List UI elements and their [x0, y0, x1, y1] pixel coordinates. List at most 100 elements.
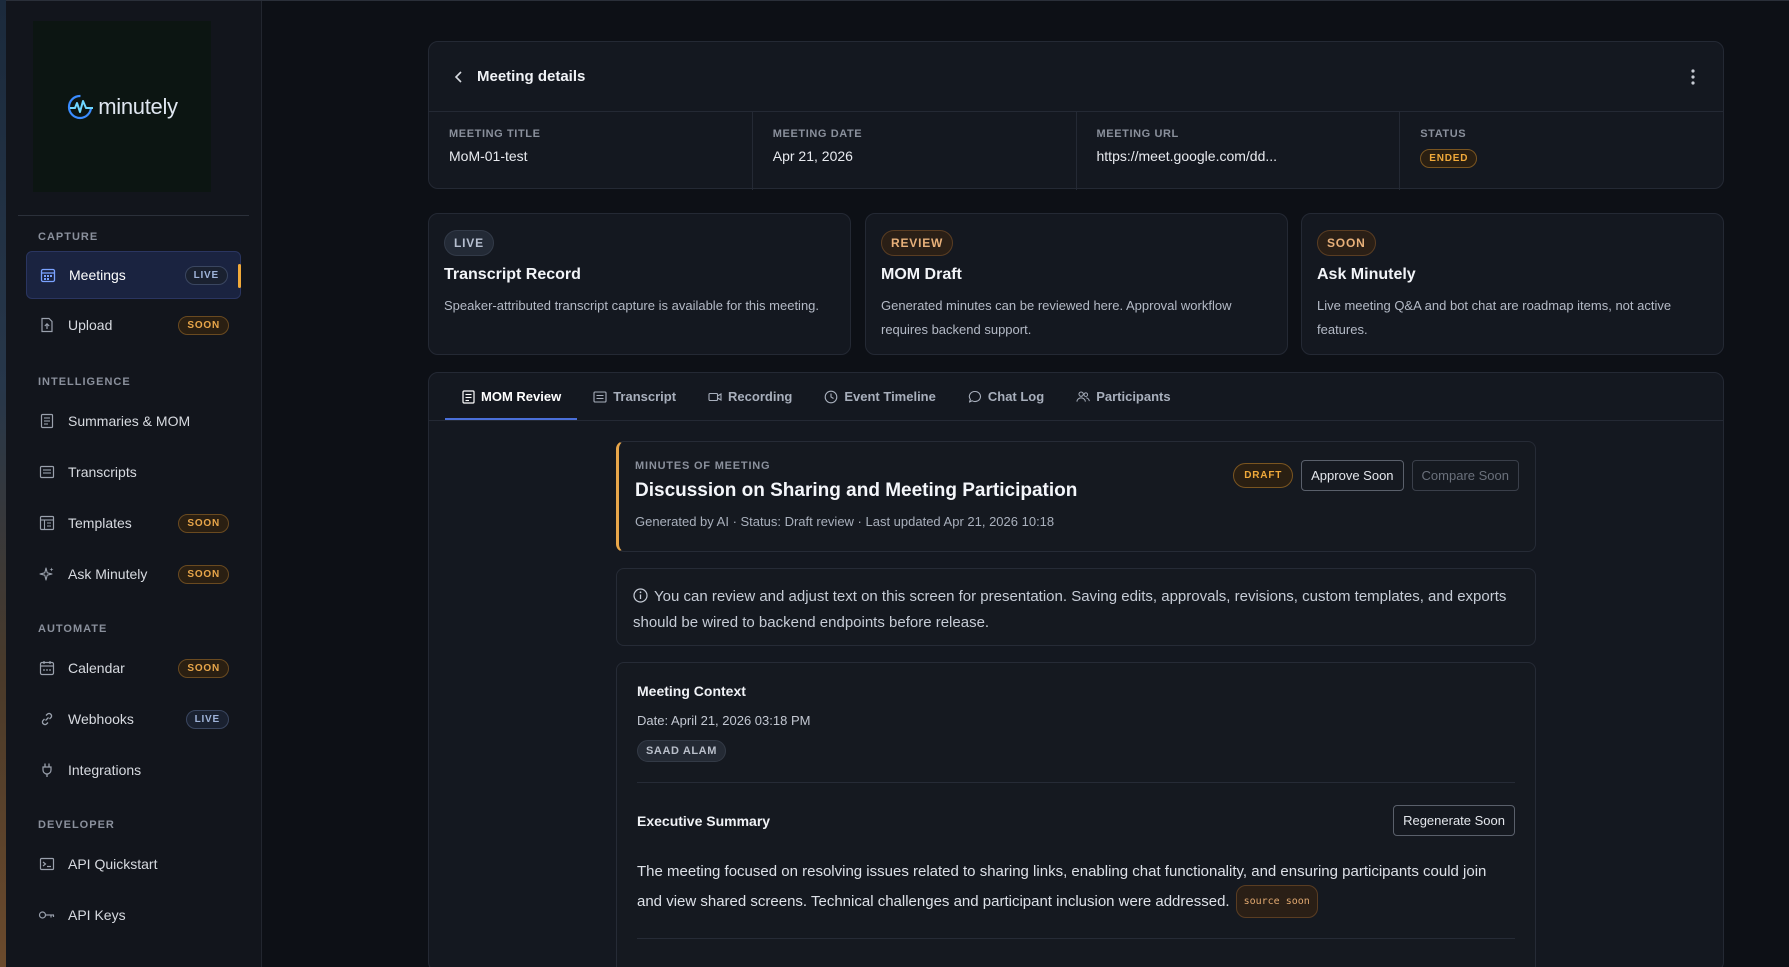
tab-mom-review[interactable]: MOM Review — [445, 389, 578, 420]
sidebar-item-meetings[interactable]: Meetings LIVE — [26, 251, 241, 299]
tab-label: Event Timeline — [844, 389, 936, 404]
plug-icon — [38, 761, 56, 779]
meta-label: MEETING DATE — [772, 128, 863, 140]
chat-bubble-icon — [968, 390, 982, 404]
users-icon — [1076, 390, 1090, 404]
logo-area[interactable]: minutely — [33, 21, 211, 192]
executive-summary-heading: Executive Summary — [637, 812, 771, 829]
sidebar-item-integrations[interactable]: Integrations — [26, 746, 241, 794]
divider — [637, 782, 1515, 783]
sidebar-item-label: Templates — [68, 515, 132, 531]
upload-file-icon — [38, 316, 56, 334]
meta-label: MEETING TITLE — [449, 128, 541, 140]
tab-transcript[interactable]: Transcript — [577, 389, 692, 420]
sidebar-item-summaries[interactable]: Summaries & MOM — [26, 397, 241, 445]
meta-meeting-date: MEETING DATE Apr 21, 2026 — [753, 112, 1077, 190]
sidebar-item-calendar[interactable]: Calendar SOON — [26, 644, 241, 692]
sidebar-item-label: API Quickstart — [68, 856, 158, 872]
sidebar-item-api-keys[interactable]: API Keys — [26, 891, 241, 939]
sidebar-item-transcripts[interactable]: Transcripts — [26, 448, 241, 496]
executive-summary-text: The meeting focused on resolving issues … — [637, 858, 1515, 918]
mom-header-card: MINUTES OF MEETING Discussion on Sharing… — [616, 441, 1536, 552]
soon-pill: SOON — [1317, 230, 1376, 256]
feature-card-ask-minutely: SOON Ask Minutely Live meeting Q&A and b… — [1301, 213, 1724, 355]
live-badge: LIVE — [184, 265, 228, 285]
tab-recording[interactable]: Recording — [692, 389, 808, 420]
meeting-url-link[interactable]: https://meet.google.com/dd... — [1097, 148, 1380, 164]
soon-badge: SOON — [178, 315, 229, 335]
tab-label: Participants — [1096, 389, 1171, 404]
status-badge: ENDED — [1420, 149, 1478, 168]
logo-text: minutely — [98, 93, 178, 119]
sidebar-item-ask-minutely[interactable]: Ask Minutely SOON — [26, 550, 241, 598]
sidebar-item-api-quickstart[interactable]: API Quickstart — [26, 840, 241, 888]
chevron-left-icon[interactable] — [449, 67, 469, 87]
approve-button[interactable]: Approve Soon — [1301, 460, 1404, 491]
feature-card-transcript-record: LIVE Transcript Record Speaker-attribute… — [428, 213, 851, 355]
sidebar-item-label: Transcripts — [68, 464, 137, 480]
calendar-grid-icon — [39, 266, 57, 284]
sidebar-item-label: API Keys — [68, 907, 126, 923]
transcript-icon — [38, 463, 56, 481]
section-label-developer: DEVELOPER — [38, 819, 115, 831]
meta-value: MoM-01-test — [449, 148, 528, 164]
section-label-capture: CAPTURE — [38, 231, 99, 243]
sidebar-item-label: Integrations — [68, 762, 142, 778]
mom-subtitle: Generated by AI · Status: Draft review ·… — [635, 514, 1055, 529]
meeting-details-header: Meeting details — [429, 42, 1723, 112]
sidebar-item-label: Webhooks — [68, 711, 134, 727]
calendar-icon — [38, 659, 56, 677]
draft-badge: DRAFT — [1233, 463, 1294, 488]
template-icon — [38, 514, 56, 532]
meta-status: STATUS ENDED — [1400, 112, 1723, 190]
live-badge: LIVE — [185, 709, 229, 729]
transcript-icon — [593, 390, 607, 404]
meeting-details-card: Meeting details MEETING TITLE MoM-01-tes… — [428, 41, 1724, 190]
sparkle-icon — [38, 565, 56, 583]
tab-event-timeline[interactable]: Event Timeline — [808, 389, 952, 420]
feature-title: Ask Minutely — [1317, 266, 1416, 283]
info-notice: You can review and adjust text on this s… — [616, 568, 1536, 646]
window-top-border — [0, 0, 1789, 1]
soon-badge: SOON — [178, 658, 229, 678]
meta-label: STATUS — [1420, 128, 1467, 140]
sidebar-item-webhooks[interactable]: Webhooks LIVE — [26, 695, 241, 743]
link-icon — [38, 710, 56, 728]
sidebar: minutely CAPTURE Meetings LIVE Upload SO… — [6, 1, 262, 967]
tab-label: MOM Review — [481, 389, 562, 404]
tab-label: Transcript — [613, 389, 677, 404]
context-date: Date: April 21, 2026 03:18 PM — [637, 713, 811, 728]
meta-label: MEETING URL — [1096, 128, 1179, 140]
key-icon — [38, 906, 56, 924]
divider — [637, 938, 1515, 939]
tab-bar: MOM Review Transcript Recording Event Ti… — [429, 373, 1723, 421]
tab-label: Recording — [728, 389, 793, 404]
source-chip: source soon — [1235, 885, 1318, 918]
feature-description: Live meeting Q&A and bot chat are roadma… — [1317, 298, 1672, 337]
video-camera-icon — [708, 390, 722, 404]
executive-summary-body: The meeting focused on resolving issues … — [637, 863, 1487, 910]
feature-card-mom-draft: REVIEW MOM Draft Generated minutes can b… — [865, 213, 1288, 355]
soon-badge: SOON — [178, 564, 229, 584]
page-title: Meeting details — [477, 68, 586, 85]
document-list-icon — [38, 412, 56, 430]
section-label-intelligence: INTELLIGENCE — [38, 376, 131, 388]
sidebar-divider — [18, 215, 249, 216]
meeting-context-card: Meeting Context Date: April 21, 2026 03:… — [616, 662, 1536, 967]
sidebar-item-templates[interactable]: Templates SOON — [26, 499, 241, 547]
tab-chat-log[interactable]: Chat Log — [952, 389, 1060, 420]
tab-label: Chat Log — [987, 389, 1045, 404]
info-text: You can review and adjust text on this s… — [633, 588, 1507, 631]
sidebar-item-label: Summaries & MOM — [68, 413, 191, 429]
active-indicator — [238, 264, 241, 288]
minutely-logo: minutely — [66, 92, 178, 122]
feature-title: Transcript Record — [444, 266, 581, 283]
sidebar-item-label: Meetings — [69, 267, 126, 283]
feature-description: Generated minutes can be reviewed here. … — [881, 298, 1232, 337]
document-list-icon — [461, 389, 475, 404]
regenerate-button[interactable]: Regenerate Soon — [1393, 805, 1515, 836]
sidebar-item-upload[interactable]: Upload SOON — [26, 301, 241, 349]
compare-button[interactable]: Compare Soon — [1411, 460, 1519, 491]
more-options-icon[interactable] — [1683, 67, 1703, 87]
tab-participants[interactable]: Participants — [1060, 389, 1186, 420]
